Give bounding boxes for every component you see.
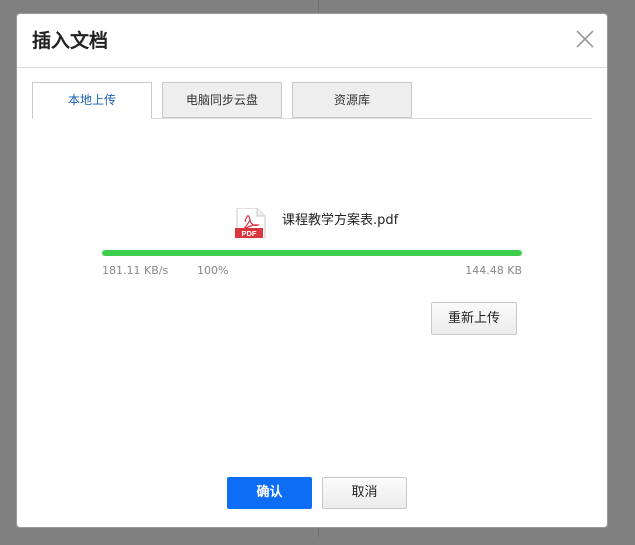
reupload-button[interactable]: 重新上传 bbox=[431, 302, 517, 335]
tab-local-upload[interactable]: 本地上传 bbox=[32, 82, 152, 119]
dialog-header: 插入文档 bbox=[17, 14, 607, 68]
pdf-file-icon: PDF bbox=[235, 207, 267, 239]
upload-progress-bar bbox=[102, 250, 522, 256]
upload-source-tabs: 本地上传 电脑同步云盘 资源库 bbox=[32, 82, 592, 119]
insert-document-dialog: 插入文档 本地上传 电脑同步云盘 资源库 PDF 课程教学方案表.pdf 181… bbox=[17, 14, 607, 527]
upload-progress-fill bbox=[102, 250, 522, 256]
background-bottom bbox=[0, 537, 635, 545]
upload-speed: 181.11 KB/s bbox=[102, 264, 169, 277]
file-name: 课程教学方案表.pdf bbox=[282, 213, 399, 228]
cancel-button[interactable]: 取消 bbox=[322, 477, 407, 509]
dialog-title: 插入文档 bbox=[32, 30, 109, 52]
pdf-icon-label: PDF bbox=[242, 229, 257, 238]
tab-cloud-sync[interactable]: 电脑同步云盘 bbox=[162, 82, 282, 118]
close-icon[interactable] bbox=[573, 27, 597, 51]
upload-percent: 100% bbox=[197, 264, 229, 277]
tab-resource-library[interactable]: 资源库 bbox=[292, 82, 412, 118]
confirm-button[interactable]: 确认 bbox=[227, 477, 312, 509]
file-size: 144.48 KB bbox=[465, 264, 522, 277]
